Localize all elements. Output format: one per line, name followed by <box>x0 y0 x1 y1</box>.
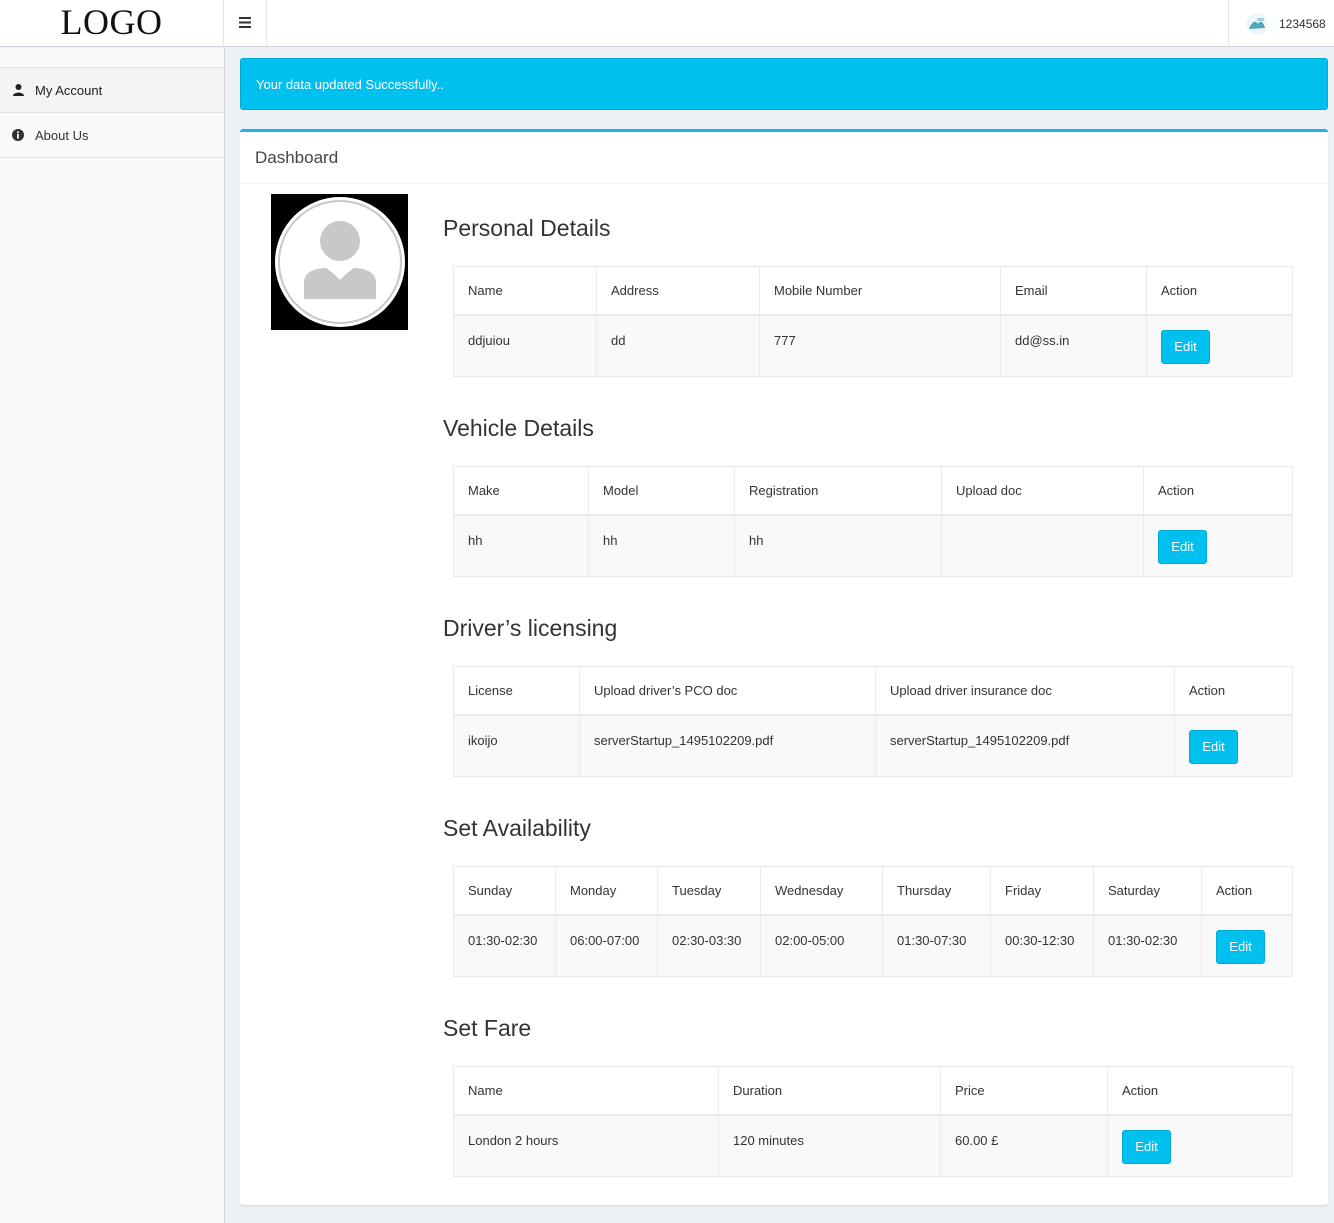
sidebar: My Account About Us <box>0 48 225 1223</box>
set-fare-title: Set Fare <box>443 1015 532 1041</box>
set-availability-title: Set Availability <box>443 815 591 841</box>
action-cell: Edit <box>1107 1114 1293 1177</box>
sidebar-menu: My Account About Us <box>0 67 224 158</box>
cell: hh <box>453 514 589 577</box>
profile-picture <box>271 194 408 330</box>
sidebar-item-my-account[interactable]: My Account <box>0 68 224 113</box>
edit-vehicle-button[interactable]: Edit <box>1158 529 1207 564</box>
drivers-licensing-table: License Upload driver’s PCO doc Upload d… <box>453 666 1293 777</box>
column-header: Thursday <box>882 866 991 916</box>
sidebar-toggle-button[interactable] <box>224 0 267 47</box>
panel-title: Dashboard <box>240 132 1328 184</box>
column-header: Duration <box>718 1066 941 1116</box>
sidebar-item-about-us[interactable]: About Us <box>0 113 224 158</box>
column-header: Action <box>1146 266 1293 316</box>
personal-details-table: Name Address Mobile Number Email Action … <box>453 266 1293 377</box>
column-header: Mobile Number <box>759 266 1001 316</box>
column-header: Action <box>1143 466 1293 516</box>
action-cell: Edit <box>1143 514 1293 577</box>
table-row: hh hh hh Edit <box>453 514 1293 577</box>
action-cell: Edit <box>1174 714 1293 777</box>
cell: 00:30-12:30 <box>990 914 1094 977</box>
cell: 60.00 £ <box>940 1114 1108 1177</box>
table-header-row: Sunday Monday Tuesday Wednesday Thursday… <box>453 866 1293 916</box>
cell: hh <box>588 514 735 577</box>
availability-table: Sunday Monday Tuesday Wednesday Thursday… <box>453 866 1293 977</box>
cell: 01:30-07:30 <box>882 914 991 977</box>
edit-licensing-button[interactable]: Edit <box>1189 729 1238 764</box>
cell: ikoijo <box>453 714 580 777</box>
table-row: London 2 hours 120 minutes 60.00 £ Edit <box>453 1114 1293 1177</box>
table-header-row: Name Duration Price Action <box>453 1066 1293 1116</box>
column-header: Upload driver insurance doc <box>875 666 1175 716</box>
column-header: Action <box>1107 1066 1293 1116</box>
column-header: Upload doc <box>941 466 1144 516</box>
insurance-doc-link[interactable]: serverStartup_1495102209.pdf <box>875 714 1175 777</box>
fare-table: Name Duration Price Action London 2 hour… <box>453 1066 1293 1177</box>
table-row: ikoijo serverStartup_1495102209.pdf serv… <box>453 714 1293 777</box>
column-header: Model <box>588 466 735 516</box>
drivers-licensing-title: Driver’s licensing <box>443 615 618 641</box>
top-navbar: LOGO 1234568 <box>0 0 1334 47</box>
edit-availability-button[interactable]: Edit <box>1216 929 1265 964</box>
cell: dd@ss.in <box>1000 314 1147 377</box>
column-header: Upload driver’s PCO doc <box>579 666 876 716</box>
cell: hh <box>734 514 942 577</box>
cell: London 2 hours <box>453 1114 719 1177</box>
column-header: Sunday <box>453 866 556 916</box>
cell: 120 minutes <box>718 1114 941 1177</box>
info-circle-icon <box>12 129 24 141</box>
dashboard-panel: Dashboard Personal Details Name Address … <box>240 129 1328 1205</box>
table-row: ddjuiou dd 777 dd@ss.in Edit <box>453 314 1293 377</box>
column-header: Name <box>453 1066 719 1116</box>
user-icon <box>12 84 24 96</box>
column-header: Tuesday <box>657 866 761 916</box>
vehicle-details-table: Make Model Registration Upload doc Actio… <box>453 466 1293 577</box>
table-header-row: Name Address Mobile Number Email Action <box>453 266 1293 316</box>
user-name: 1234568 <box>1279 16 1326 31</box>
cell: 02:30-03:30 <box>657 914 761 977</box>
cell: dd <box>596 314 760 377</box>
edit-personal-button[interactable]: Edit <box>1161 329 1210 364</box>
cell: 02:00-05:00 <box>760 914 883 977</box>
column-header: Friday <box>990 866 1094 916</box>
cell: 01:30-02:30 <box>1093 914 1202 977</box>
action-cell: Edit <box>1146 314 1293 377</box>
vehicle-details-title: Vehicle Details <box>443 415 594 441</box>
personal-details-title: Personal Details <box>443 215 611 241</box>
column-header: Action <box>1201 866 1293 916</box>
column-header: Action <box>1174 666 1293 716</box>
column-header: Make <box>453 466 589 516</box>
alert-message: Your data updated Successfully.. <box>256 76 444 92</box>
table-header-row: Make Model Registration Upload doc Actio… <box>453 466 1293 516</box>
edit-fare-button[interactable]: Edit <box>1122 1129 1171 1164</box>
pco-doc-link[interactable]: serverStartup_1495102209.pdf <box>579 714 876 777</box>
table-header-row: License Upload driver’s PCO doc Upload d… <box>453 666 1293 716</box>
action-cell: Edit <box>1201 914 1293 977</box>
cell: 777 <box>759 314 1001 377</box>
table-row: 01:30-02:30 06:00-07:00 02:30-03:30 02:0… <box>453 914 1293 977</box>
cell: 01:30-02:30 <box>453 914 556 977</box>
column-header: Registration <box>734 466 942 516</box>
column-header: Monday <box>555 866 658 916</box>
sidebar-item-label: My Account <box>35 82 103 98</box>
column-header: Address <box>596 266 760 316</box>
hamburger-icon <box>239 15 251 32</box>
cell: 06:00-07:00 <box>555 914 658 977</box>
column-header: License <box>453 666 580 716</box>
user-avatar-icon <box>1245 12 1269 36</box>
column-header: Email <box>1000 266 1147 316</box>
user-menu[interactable]: 1234568 <box>1228 0 1334 47</box>
sidebar-item-label: About Us <box>35 127 89 143</box>
column-header: Saturday <box>1093 866 1202 916</box>
default-avatar-icon <box>274 197 405 327</box>
logo[interactable]: LOGO <box>0 0 224 47</box>
upload-doc-cell <box>941 514 1144 577</box>
success-alert: Your data updated Successfully.. <box>240 58 1328 110</box>
column-header: Name <box>453 266 597 316</box>
column-header: Price <box>940 1066 1108 1116</box>
cell: ddjuiou <box>453 314 597 377</box>
column-header: Wednesday <box>760 866 883 916</box>
